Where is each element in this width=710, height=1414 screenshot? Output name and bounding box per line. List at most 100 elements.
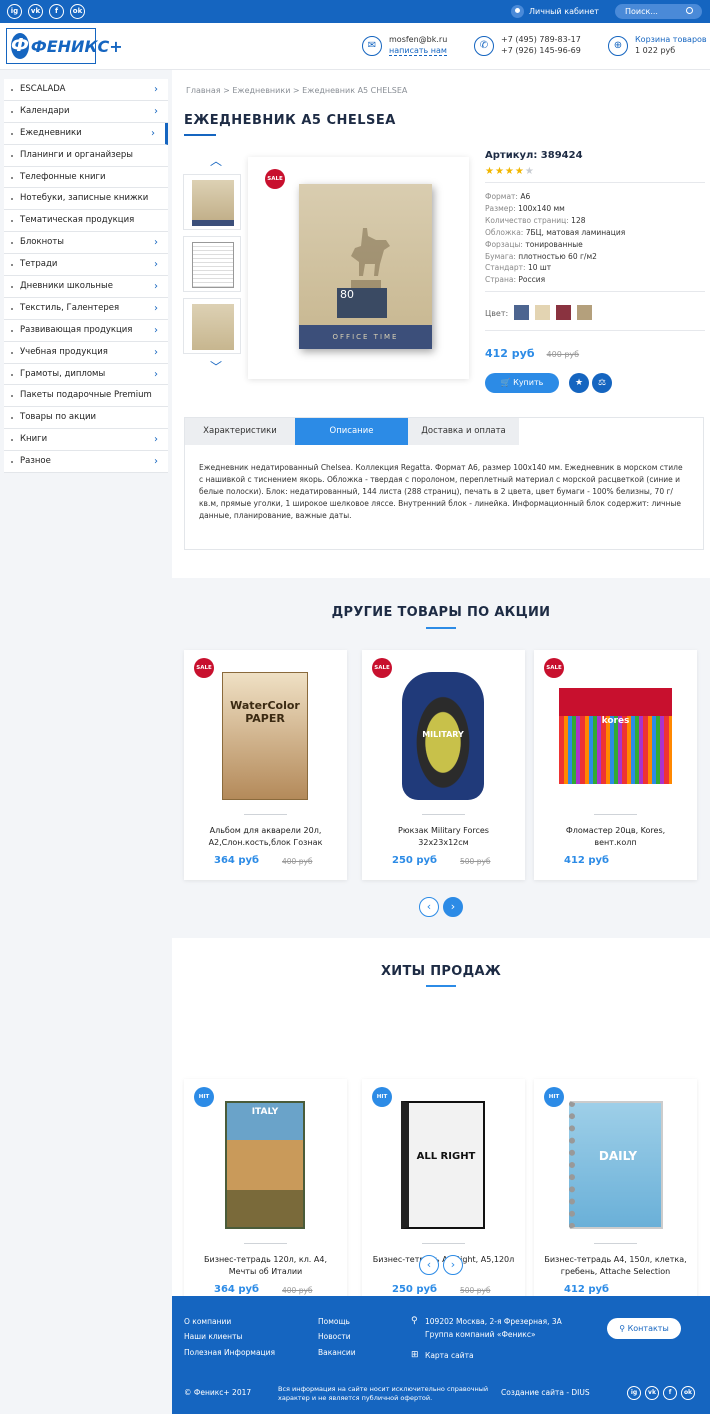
chevron-down-icon[interactable]: ﹀ <box>210 358 222 375</box>
breadcrumb[interactable]: Главная > Ежедневники > Ежедневник А5 CH… <box>186 86 407 95</box>
cart-label[interactable]: Корзина товаров <box>635 34 707 45</box>
sitemap-link[interactable]: Карта сайта <box>425 1351 474 1360</box>
write-us-link[interactable]: написать нам <box>389 46 447 56</box>
product-card-name[interactable]: Рюкзак Military Forces 32x23x12см <box>372 825 515 849</box>
sidebar-item[interactable]: Планинги и органайзеры <box>4 145 168 167</box>
sidebar-item[interactable]: Разное › <box>4 451 168 474</box>
site-logo[interactable]: Ф ФЕНИКС+ <box>6 28 123 64</box>
thumbnail-2[interactable] <box>183 236 241 292</box>
facebook-icon[interactable]: f <box>49 4 64 19</box>
prev-arrow-button[interactable]: ‹ <box>419 897 439 917</box>
odnoklassniki-icon[interactable]: ok <box>681 1386 695 1400</box>
sidebar-item[interactable]: Ежедневники › <box>4 122 168 145</box>
phone-1[interactable]: +7 (495) 789-83-17 <box>501 34 581 45</box>
footer-link-help[interactable]: Помощь <box>318 1317 350 1326</box>
color-swatch[interactable] <box>577 305 593 321</box>
footer-link-jobs[interactable]: Вакансии <box>318 1348 356 1357</box>
product-card-image[interactable]: ITALY <box>225 1101 305 1229</box>
spec-key: Стандарт: <box>485 263 526 273</box>
product-card[interactable]: ALL RIGHTHITБизнес-тетрадь All Right, А5… <box>362 1079 525 1309</box>
compare-button[interactable]: ⚖ <box>592 373 612 393</box>
product-card-image[interactable]: DAILY <box>569 1101 663 1229</box>
chevron-right-icon[interactable]: › <box>154 101 158 122</box>
product-card[interactable]: kores SALE Фломастер 20цв, Kores, вент.кол… <box>534 650 697 880</box>
tab-characteristics[interactable]: Характеристики <box>185 418 295 445</box>
product-card-name[interactable]: Бизнес-тетрадь 120л, кл. А4, Мечты об Ит… <box>194 1254 337 1278</box>
buy-button[interactable]: 🛒 Купить <box>485 373 559 393</box>
phone-2[interactable]: +7 (926) 145-96-69 <box>501 45 581 56</box>
next-arrow-button[interactable]: › <box>443 897 463 917</box>
sidebar-item[interactable]: Дневники школьные › <box>4 276 168 298</box>
chevron-right-icon[interactable]: › <box>154 298 158 319</box>
cart-block[interactable]: Корзина товаров 1 022 руб <box>635 34 707 56</box>
sidebar-item[interactable]: Тематическая продукция <box>4 210 168 233</box>
color-swatch[interactable] <box>535 305 551 321</box>
product-card[interactable]: WaterColor PAPER SALE Альбом для акварели … <box>184 650 347 880</box>
sidebar-item[interactable]: Нотебуки, записные книжки <box>4 188 168 211</box>
footer-link-info[interactable]: Полезная Информация <box>184 1348 275 1357</box>
sidebar-item[interactable]: Текстиль, Галентерея › <box>4 298 168 320</box>
vk-icon[interactable]: vk <box>28 4 43 19</box>
thumbnail-3[interactable] <box>183 298 241 354</box>
chevron-right-icon[interactable]: › <box>154 342 158 363</box>
sidebar-item[interactable]: Телефонные книги <box>4 167 168 189</box>
made-by-link[interactable]: Создание сайта - DIUS <box>501 1388 590 1397</box>
color-swatch[interactable] <box>556 305 572 321</box>
chevron-up-icon[interactable]: ︿ <box>210 152 222 169</box>
cart-icon[interactable]: ⊕ <box>608 36 628 56</box>
disclaimer-line-1: Вся информация на сайте носит исключител… <box>278 1385 489 1393</box>
chevron-right-icon[interactable]: › <box>154 79 158 100</box>
product-card-image[interactable]: MILITARY <box>402 672 484 800</box>
prev-arrow-button[interactable]: ‹ <box>419 1255 439 1275</box>
product-card-name[interactable]: Бизнес-тетрадь А4, 150л, клетка, гребень… <box>544 1254 687 1278</box>
footer-link-clients[interactable]: Наши клиенты <box>184 1332 242 1341</box>
product-card-image[interactable]: ALL RIGHT <box>401 1101 485 1229</box>
email-text[interactable]: mosfen@bk.ru <box>389 34 447 45</box>
product-card[interactable]: DAILY HIT Бизнес-тетрадь А4, 150л, клетка,… <box>534 1079 697 1309</box>
sidebar-item[interactable]: Развивающая продукция › <box>4 320 168 342</box>
facebook-icon[interactable]: f <box>663 1386 677 1400</box>
sidebar-item[interactable]: Тетради › <box>4 254 168 277</box>
tab-description[interactable]: Описание <box>295 418 408 445</box>
product-card[interactable]: MILITARY SALE Рюкзак Military Forces 32x23… <box>362 650 525 880</box>
search-icon[interactable] <box>686 7 693 14</box>
chevron-right-icon[interactable]: › <box>154 364 158 385</box>
chevron-right-icon[interactable]: › <box>154 254 158 275</box>
chevron-right-icon[interactable]: › <box>151 123 155 144</box>
product-image[interactable]: SALE 80 OFFICE TIME <box>248 157 469 379</box>
chevron-right-icon[interactable]: › <box>154 429 158 450</box>
product-card[interactable]: ITALY HIT Бизнес-тетрадь 120л, кл. А4, Меч… <box>184 1079 347 1309</box>
instagram-icon[interactable]: ig <box>627 1386 641 1400</box>
chevron-right-icon[interactable]: › <box>154 232 158 253</box>
product-card-image[interactable]: kores <box>559 688 672 784</box>
contacts-button[interactable]: ⚲ Контакты <box>607 1318 681 1339</box>
sidebar-item[interactable]: Товары по акции <box>4 407 168 430</box>
sidebar-item[interactable]: Книги › <box>4 429 168 452</box>
sidebar-item[interactable]: Грамоты, дипломы › <box>4 364 168 386</box>
tab-delivery[interactable]: Доставка и оплата <box>408 418 519 445</box>
sidebar-item[interactable]: Учебная продукция › <box>4 342 168 364</box>
product-card-name[interactable]: Альбом для акварели 20л, А2,Слон.кость,б… <box>194 825 337 849</box>
sidebar-item[interactable]: Блокноты › <box>4 232 168 255</box>
next-arrow-button[interactable]: › <box>443 1255 463 1275</box>
thumbnail-1[interactable] <box>183 174 241 230</box>
instagram-icon[interactable]: ig <box>7 4 22 19</box>
sidebar-item[interactable]: Календари › <box>4 101 168 123</box>
sidebar-item[interactable]: ESCALADA › <box>4 79 168 101</box>
footer-link-news[interactable]: Новости <box>318 1332 351 1341</box>
product-card-image[interactable]: WaterColor PAPER <box>222 672 308 800</box>
chevron-right-icon[interactable]: › <box>154 320 158 341</box>
product-card-price: 364 руб <box>214 855 260 866</box>
odnoklassniki-icon[interactable]: ok <box>70 4 85 19</box>
search-input[interactable]: Поиск... <box>615 4 702 19</box>
product-card-name[interactable]: Фломастер 20цв, Kores, вент.колп <box>544 825 687 849</box>
rating-stars[interactable]: ★★★★★ <box>485 166 705 177</box>
chevron-right-icon[interactable]: › <box>154 276 158 297</box>
chevron-right-icon[interactable]: › <box>154 451 158 472</box>
vk-icon[interactable]: vk <box>645 1386 659 1400</box>
favorite-button[interactable]: ★ <box>569 373 589 393</box>
footer-link-about[interactable]: О компании <box>184 1317 231 1326</box>
sidebar-item[interactable]: Пакеты подарочные Premium <box>4 385 168 408</box>
color-swatch[interactable] <box>514 305 530 321</box>
account-link[interactable]: Личный кабинет <box>511 4 599 19</box>
